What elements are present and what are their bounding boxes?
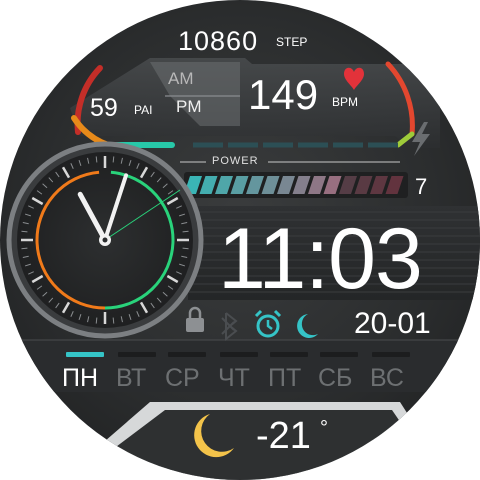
dial-tick	[21, 230, 28, 233]
pai-unit: PAI	[134, 103, 153, 117]
dial-tick	[112, 317, 115, 324]
am-label: AM	[168, 69, 194, 88]
day-indicator-bar	[372, 352, 410, 357]
alarm-icon	[254, 309, 282, 338]
lock-icon	[186, 306, 204, 332]
bluetooth-icon	[221, 312, 238, 342]
day-indicator-bar	[66, 352, 104, 357]
day-indicator-bar	[168, 352, 206, 357]
steps-unit: STEP	[276, 35, 308, 49]
steps-value: 10860	[178, 26, 259, 56]
day-indicator-bar	[220, 352, 258, 357]
watch-face: 10860 STEP AM PM 149 BPM 59 PAI POWER 7 …	[0, 0, 480, 480]
pm-label: PM	[176, 97, 202, 116]
day-thu: ЧТ	[218, 364, 250, 392]
dial-tick	[182, 247, 189, 250]
dial-tick	[95, 156, 98, 163]
day-indicator-bar	[320, 352, 358, 357]
date: 20-01	[354, 307, 431, 340]
power-value: 7	[415, 174, 428, 199]
dial-tick	[112, 156, 115, 163]
day-fri: ПТ	[268, 364, 302, 392]
day-indicator-bar	[118, 352, 156, 357]
power-label: POWER	[212, 155, 259, 167]
moon-status-icon	[297, 314, 318, 338]
digital-time: 11:03	[218, 211, 423, 307]
dial-tick	[182, 230, 189, 233]
weather-temperature: -21	[256, 415, 311, 457]
heart-rate-unit: BPM	[332, 95, 359, 109]
day-tue: ВТ	[116, 364, 147, 392]
weather-degree: °	[320, 417, 328, 439]
day-wed: СР	[165, 364, 200, 392]
pai-value: 59	[90, 94, 118, 122]
day-sat: СБ	[318, 364, 353, 392]
dial-tick	[95, 317, 98, 324]
heart-rate-value: 149	[248, 71, 319, 118]
day-sun: ВС	[370, 364, 404, 392]
day-indicator-bar	[270, 352, 308, 357]
day-mon: ПН	[62, 364, 99, 392]
dial-tick	[21, 247, 28, 250]
